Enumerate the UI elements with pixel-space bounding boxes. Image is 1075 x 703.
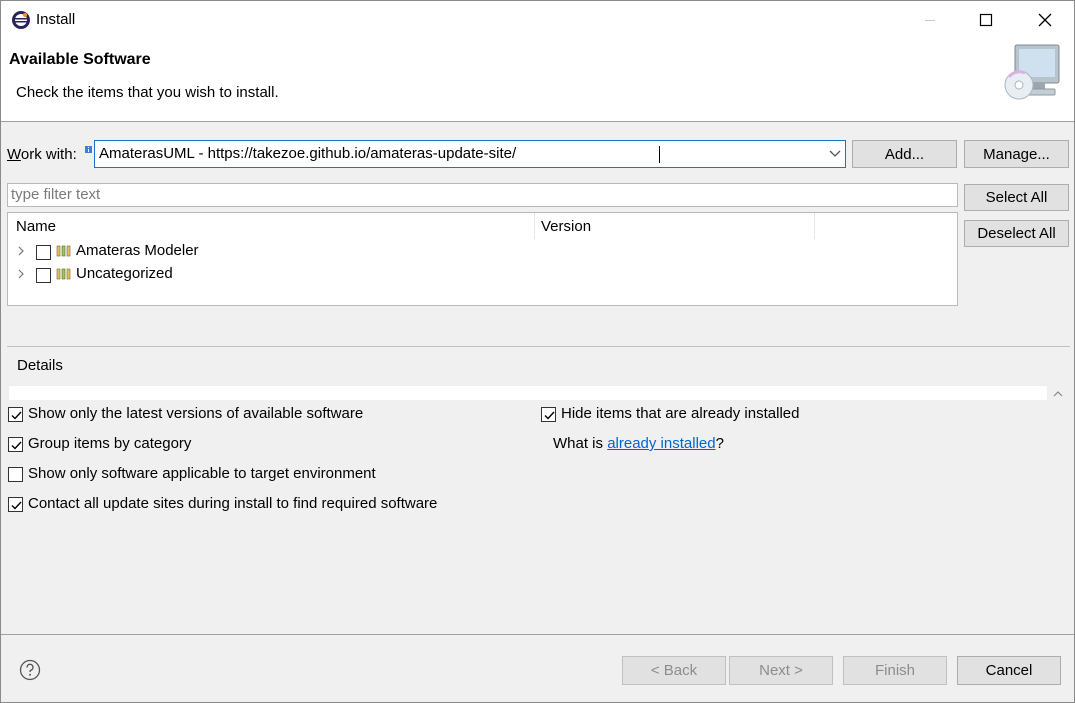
manage-button[interactable]: Manage... [964,140,1069,168]
window-title: Install [36,11,76,28]
latest-only-label: Show only the latest versions of availab… [28,405,364,422]
check-icon [11,441,22,450]
page-subtitle: Check the items that you wish to install… [16,84,279,101]
help-icon [19,659,41,681]
group-by-category-checkbox[interactable] [8,437,23,452]
row-checkbox[interactable] [36,245,51,260]
back-button[interactable]: < Back [622,656,726,685]
page-title: Available Software [9,51,151,68]
add-button[interactable]: Add... [852,140,957,168]
chevron-up-icon[interactable] [1048,386,1068,400]
check-icon [11,501,22,510]
minimize-icon [925,20,935,21]
details-label: Details [16,357,64,374]
maximize-icon [979,13,993,27]
table-row[interactable]: Uncategorized [8,264,957,286]
help-button[interactable] [19,659,41,681]
column-separator[interactable] [814,213,815,239]
check-icon [11,411,22,420]
maximize-button[interactable] [963,5,1009,35]
deselect-all-button[interactable]: Deselect All [964,220,1069,247]
contact-sites-checkbox[interactable] [8,497,23,512]
software-table: Name Version Amateras Modeler Uncategori… [7,212,958,306]
details-text-area[interactable] [9,386,1047,400]
latest-only-checkbox[interactable] [8,407,23,422]
row-name: Uncategorized [76,265,173,282]
title-bar: Install [1,1,1074,39]
row-checkbox[interactable] [36,268,51,283]
work-with-value: AmaterasUML - https://takezoe.github.io/… [99,145,517,162]
category-icon [56,245,71,257]
column-header-version[interactable]: Version [541,218,591,235]
text-caret [659,146,660,163]
chevron-down-icon[interactable] [829,149,841,159]
chevron-right-icon[interactable] [16,269,26,279]
install-banner-icon [1001,43,1063,105]
select-all-button[interactable]: Select All [964,184,1069,211]
filter-input[interactable]: type filter text [7,183,958,207]
info-icon [85,140,92,153]
already-installed-link[interactable]: already installed [607,435,715,452]
target-env-checkbox[interactable] [8,467,23,482]
chevron-right-icon[interactable] [16,246,26,256]
table-row[interactable]: Amateras Modeler [8,241,957,263]
install-dialog: Install Available Software Check the ite… [0,0,1075,703]
eclipse-icon [11,10,31,30]
work-with-label: Work with: [7,146,77,163]
work-with-combo[interactable]: AmaterasUML - https://takezoe.github.io/… [94,140,846,168]
details-separator [7,346,1070,347]
hide-installed-checkbox[interactable] [541,407,556,422]
filter-placeholder: type filter text [11,186,101,203]
row-name: Amateras Modeler [76,242,199,259]
minimize-button[interactable] [907,5,953,35]
column-separator[interactable] [534,213,535,239]
category-icon [56,268,71,280]
cancel-button[interactable]: Cancel [957,656,1061,685]
wizard-header: Available Software Check the items that … [1,39,1074,121]
close-icon [1038,13,1052,27]
next-button[interactable]: Next > [729,656,833,685]
finish-button[interactable]: Finish [843,656,947,685]
group-by-category-label: Group items by category [28,435,192,452]
target-env-label: Show only software applicable to target … [28,465,376,482]
check-icon [544,411,555,420]
close-button[interactable] [1022,5,1068,35]
contact-sites-label: Contact all update sites during install … [28,495,438,512]
hide-installed-label: Hide items that are already installed [561,405,800,422]
details-scrollbar[interactable] [1048,386,1068,400]
what-is-installed-text: What is already installed? [553,435,724,452]
column-header-name[interactable]: Name [16,218,56,235]
